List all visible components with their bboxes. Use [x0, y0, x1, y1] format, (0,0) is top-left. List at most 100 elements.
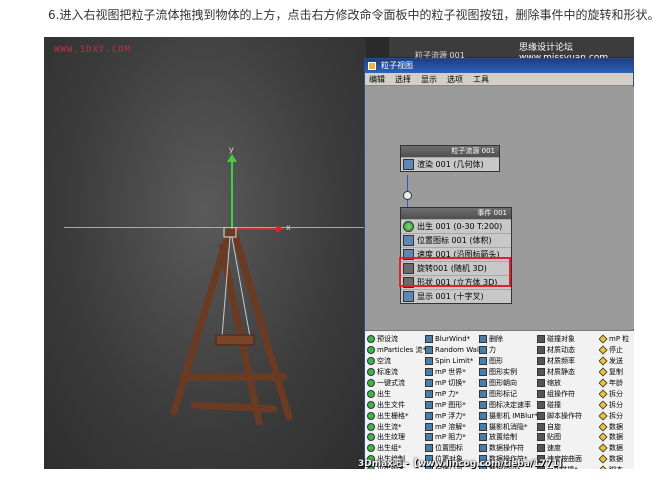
depot-item[interactable]: 出生文件 [367, 399, 425, 410]
depot-item[interactable]: BlurWind* [425, 334, 479, 345]
depot-item[interactable]: 图形标记 [479, 388, 537, 399]
menu-options[interactable]: 选项 [447, 73, 463, 85]
depot-item[interactable]: 复制 [599, 367, 634, 378]
depot-item[interactable]: mP 世界* [425, 367, 479, 378]
operator-icon [537, 368, 545, 377]
operator-icon [425, 368, 433, 377]
depot-item[interactable]: 材质动态 [537, 345, 599, 356]
operator-birth[interactable]: 出生 001 (0-30 T:200) [401, 219, 511, 233]
depot-item[interactable]: 材质静态 [537, 367, 599, 378]
event-node-header[interactable]: 事件 001 [401, 208, 511, 219]
operator-render[interactable]: 渲染 001 (几何体) [401, 157, 499, 171]
depot-item[interactable]: 自旋 [537, 421, 599, 432]
operator-icon [537, 346, 545, 355]
depot-item[interactable]: 放置绘制 [479, 432, 537, 443]
menu-tools[interactable]: 工具 [473, 73, 489, 85]
menu-display[interactable]: 显示 [421, 73, 437, 85]
depot-item[interactable]: mP 切换* [425, 378, 479, 389]
depot-item[interactable]: mP 阻力* [425, 432, 479, 443]
depot-item[interactable]: 碰撞 [537, 399, 599, 410]
depot-item[interactable]: 数据 [599, 443, 634, 454]
depot-item[interactable]: Random Walk* [425, 345, 479, 356]
depot-item[interactable]: 拆分 [599, 410, 634, 421]
swing-model[interactable] [164, 227, 304, 427]
depot-item[interactable]: 年龄 [599, 378, 634, 389]
depot-item[interactable]: 图标决定速率 [479, 399, 537, 410]
depot-item[interactable]: 脚本 [599, 465, 634, 469]
depot-item-label: 材质动态 [547, 346, 575, 355]
operator-position-icon[interactable]: 位置图标 001 (体积) [401, 233, 511, 247]
depot-item[interactable]: 图形实例 [479, 367, 537, 378]
depot-item-label: mP 粒 [609, 335, 630, 344]
depot-item[interactable]: 速度 [537, 443, 599, 454]
viewport-right[interactable]: WWW.3DXY.COM y x [44, 37, 366, 469]
depot-item[interactable]: 数据操作符 [479, 443, 537, 454]
depot-item[interactable]: 图形 [479, 356, 537, 367]
depot-item[interactable]: 出生 [367, 388, 425, 399]
depot-item[interactable]: mP 力* [425, 388, 479, 399]
depot-item[interactable]: 组操作符 [537, 388, 599, 399]
menu-edit[interactable]: 编辑 [369, 73, 385, 85]
depot-item[interactable]: mP 溶解* [425, 421, 479, 432]
depot-item[interactable]: 摄影机消隐* [479, 421, 537, 432]
depot-item[interactable]: 数据 [599, 454, 634, 465]
operator-icon [599, 422, 608, 432]
operator-icon [425, 400, 433, 409]
viewport-watermark: WWW.3DXY.COM [54, 45, 132, 55]
depot-item[interactable]: mParticles 流* [367, 345, 425, 356]
depot-item-label: 数据 [609, 455, 623, 464]
operator-depot: 预设流 BlurWind* 删除 碰撞对象 mP 粒 mParticles 流* Rando… [365, 330, 634, 469]
depot-item-label: 数据 [609, 422, 623, 431]
depot-item-label: mP 阻力* [435, 433, 466, 442]
operator-icon [479, 357, 487, 366]
depot-item[interactable]: mP 粒 [599, 334, 634, 345]
depot-item-label: 速度 [547, 444, 561, 453]
particle-view-title: 粒子视图 [381, 61, 413, 70]
depot-item[interactable]: 位置图标 [425, 443, 479, 454]
operator-icon [367, 433, 375, 442]
menu-select[interactable]: 选择 [395, 73, 411, 85]
depot-item[interactable]: 拆分 [599, 388, 634, 399]
depot-item[interactable]: 出生纹理 [367, 432, 425, 443]
operator-display[interactable]: 显示 001 (十字叉) [401, 289, 511, 303]
depot-item[interactable]: 碰撞对象 [537, 334, 599, 345]
depot-item[interactable]: 预设流 [367, 334, 425, 345]
particle-view-titlebar[interactable]: 粒子视图 [365, 59, 633, 73]
depot-item[interactable]: 空流 [367, 356, 425, 367]
depot-item[interactable]: 贴图 [537, 432, 599, 443]
source-node[interactable]: 粒子流源 001 渲染 001 (几何体) [400, 145, 500, 172]
depot-item[interactable]: Spin Limit* [425, 356, 479, 367]
depot-item[interactable]: mP 浮力* [425, 410, 479, 421]
depot-item[interactable]: 力 [479, 345, 537, 356]
depot-item[interactable]: 出生栅格* [367, 410, 425, 421]
depot-item[interactable]: 出生流* [367, 421, 425, 432]
depot-item-label: 一键式流 [377, 379, 405, 387]
depot-item[interactable]: 摄影机 IMBlur* [479, 410, 537, 421]
depot-item[interactable]: 标准流 [367, 367, 425, 378]
depot-item[interactable]: 脚本操作符 [537, 410, 599, 421]
depot-item[interactable]: 拆分 [599, 399, 634, 410]
event-node[interactable]: 事件 001 出生 001 (0-30 T:200) 位置图标 001 (体积)… [400, 207, 512, 304]
depot-item[interactable]: 出生组* [367, 443, 425, 454]
depot-item-label: 发送 [609, 357, 623, 366]
depot-item-label: 年龄 [609, 379, 623, 387]
depot-item[interactable]: 删除 [479, 334, 537, 345]
depot-item[interactable]: 数据 [599, 432, 634, 443]
particle-view-canvas[interactable]: 粒子流源 001 渲染 001 (几何体) 事件 001 出生 001 (0-3… [365, 87, 634, 329]
wire-connector[interactable] [403, 191, 412, 200]
depot-item[interactable]: 缩放 [537, 378, 599, 389]
render-operator-icon [403, 159, 414, 170]
depot-item[interactable]: 材质频率 [537, 356, 599, 367]
birth-operator-icon [403, 221, 414, 232]
position-operator-icon [403, 235, 414, 246]
depot-item[interactable]: mP 图形* [425, 399, 479, 410]
operator-icon [479, 346, 487, 355]
depot-item[interactable]: 图形朝向 [479, 378, 537, 389]
source-node-header[interactable]: 粒子流源 001 [401, 146, 499, 157]
depot-item[interactable]: 发送 [599, 356, 634, 367]
depot-item[interactable]: 数据 [599, 421, 634, 432]
depot-item[interactable]: 一键式流 [367, 378, 425, 389]
gizmo-y-axis[interactable] [231, 159, 233, 229]
particle-view-window[interactable]: 粒子视图 编辑 选择 显示 选项 工具 粒子流源 001 渲染 001 (几何体… [364, 58, 634, 469]
depot-item[interactable]: 停止 [599, 345, 634, 356]
